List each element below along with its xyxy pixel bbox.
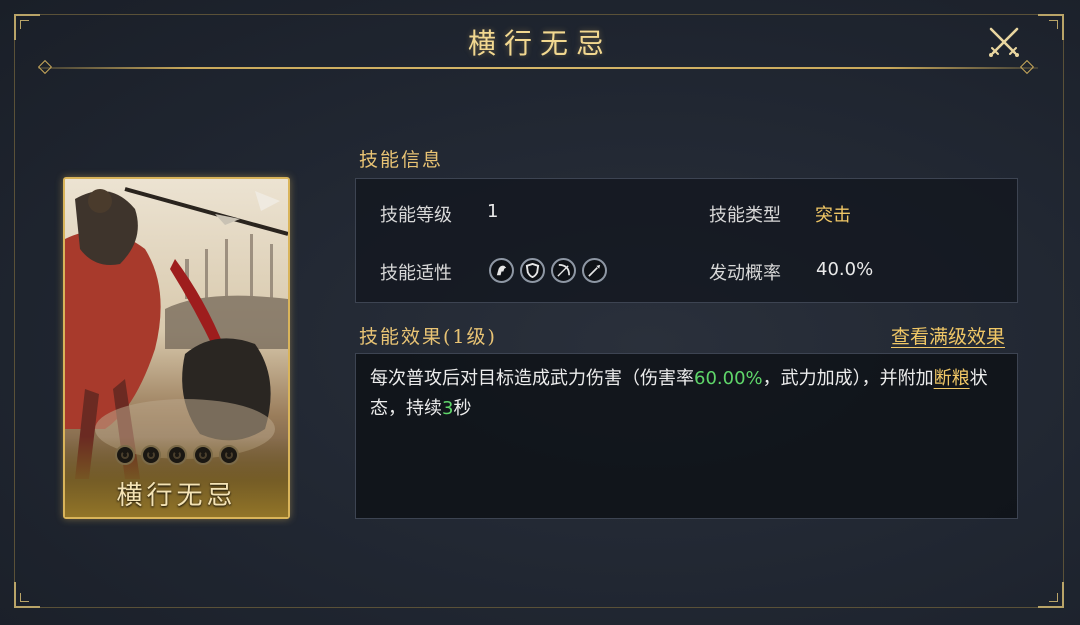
bow-icon xyxy=(551,258,576,283)
close-button[interactable] xyxy=(986,24,1022,60)
skill-info-heading: 技能信息 xyxy=(359,149,444,171)
spear-icon xyxy=(582,258,607,283)
skill-type-value: 突击 xyxy=(815,205,851,226)
aptitude-icons xyxy=(489,258,607,283)
duration-value: 3 xyxy=(442,398,454,419)
title-divider xyxy=(38,67,1038,69)
frame-corner-bottom-left xyxy=(14,582,40,608)
status-link[interactable]: 断粮 xyxy=(934,368,970,389)
star-slot-icon xyxy=(218,445,239,465)
skill-effect-text: 每次普攻后对目标造成武力伤害（伤害率60.00%，武力加成），并附加断粮状态，持… xyxy=(370,364,1000,424)
effect-text-part: 秒 xyxy=(453,398,472,419)
skill-detail-panel: 横行无忌 横行无忌 技能信息 技能等级 1 技能类型 突击 技能适性 发动概率 … xyxy=(0,0,1080,625)
star-slot-icon xyxy=(114,445,135,465)
cavalry-icon xyxy=(489,258,514,283)
card-star-row xyxy=(65,445,288,465)
star-slot-icon xyxy=(192,445,213,465)
skill-effect-heading: 技能效果(1级) xyxy=(359,326,497,348)
skill-effect-box: 每次普攻后对目标造成武力伤害（伤害率60.00%，武力加成），并附加断粮状态，持… xyxy=(355,353,1018,519)
skill-level-value: 1 xyxy=(487,201,499,222)
view-max-level-effect-link[interactable]: 查看满级效果 xyxy=(891,322,1005,349)
card-skill-name: 横行无忌 xyxy=(116,481,237,511)
trigger-rate-value: 40.0% xyxy=(816,259,874,280)
page-title: 横行无忌 xyxy=(467,27,612,60)
damage-rate-value: 60.00% xyxy=(694,368,763,389)
effect-text-part: ，武力加成），并附加 xyxy=(762,368,934,389)
skill-info-box xyxy=(355,178,1018,303)
skill-card: 横行无忌 xyxy=(63,177,290,519)
crossed-swords-icon xyxy=(989,27,1019,57)
shield-icon xyxy=(520,258,545,283)
skill-aptitude-label: 技能适性 xyxy=(380,263,452,284)
skill-type-label: 技能类型 xyxy=(709,205,781,226)
effect-text-part: 每次普攻后对目标造成武力伤害（伤害率 xyxy=(370,368,694,389)
star-slot-icon xyxy=(140,445,161,465)
frame-corner-bottom-right xyxy=(1038,582,1064,608)
star-slot-icon xyxy=(166,445,187,465)
trigger-rate-label: 发动概率 xyxy=(709,263,781,284)
skill-level-label: 技能等级 xyxy=(380,205,452,226)
